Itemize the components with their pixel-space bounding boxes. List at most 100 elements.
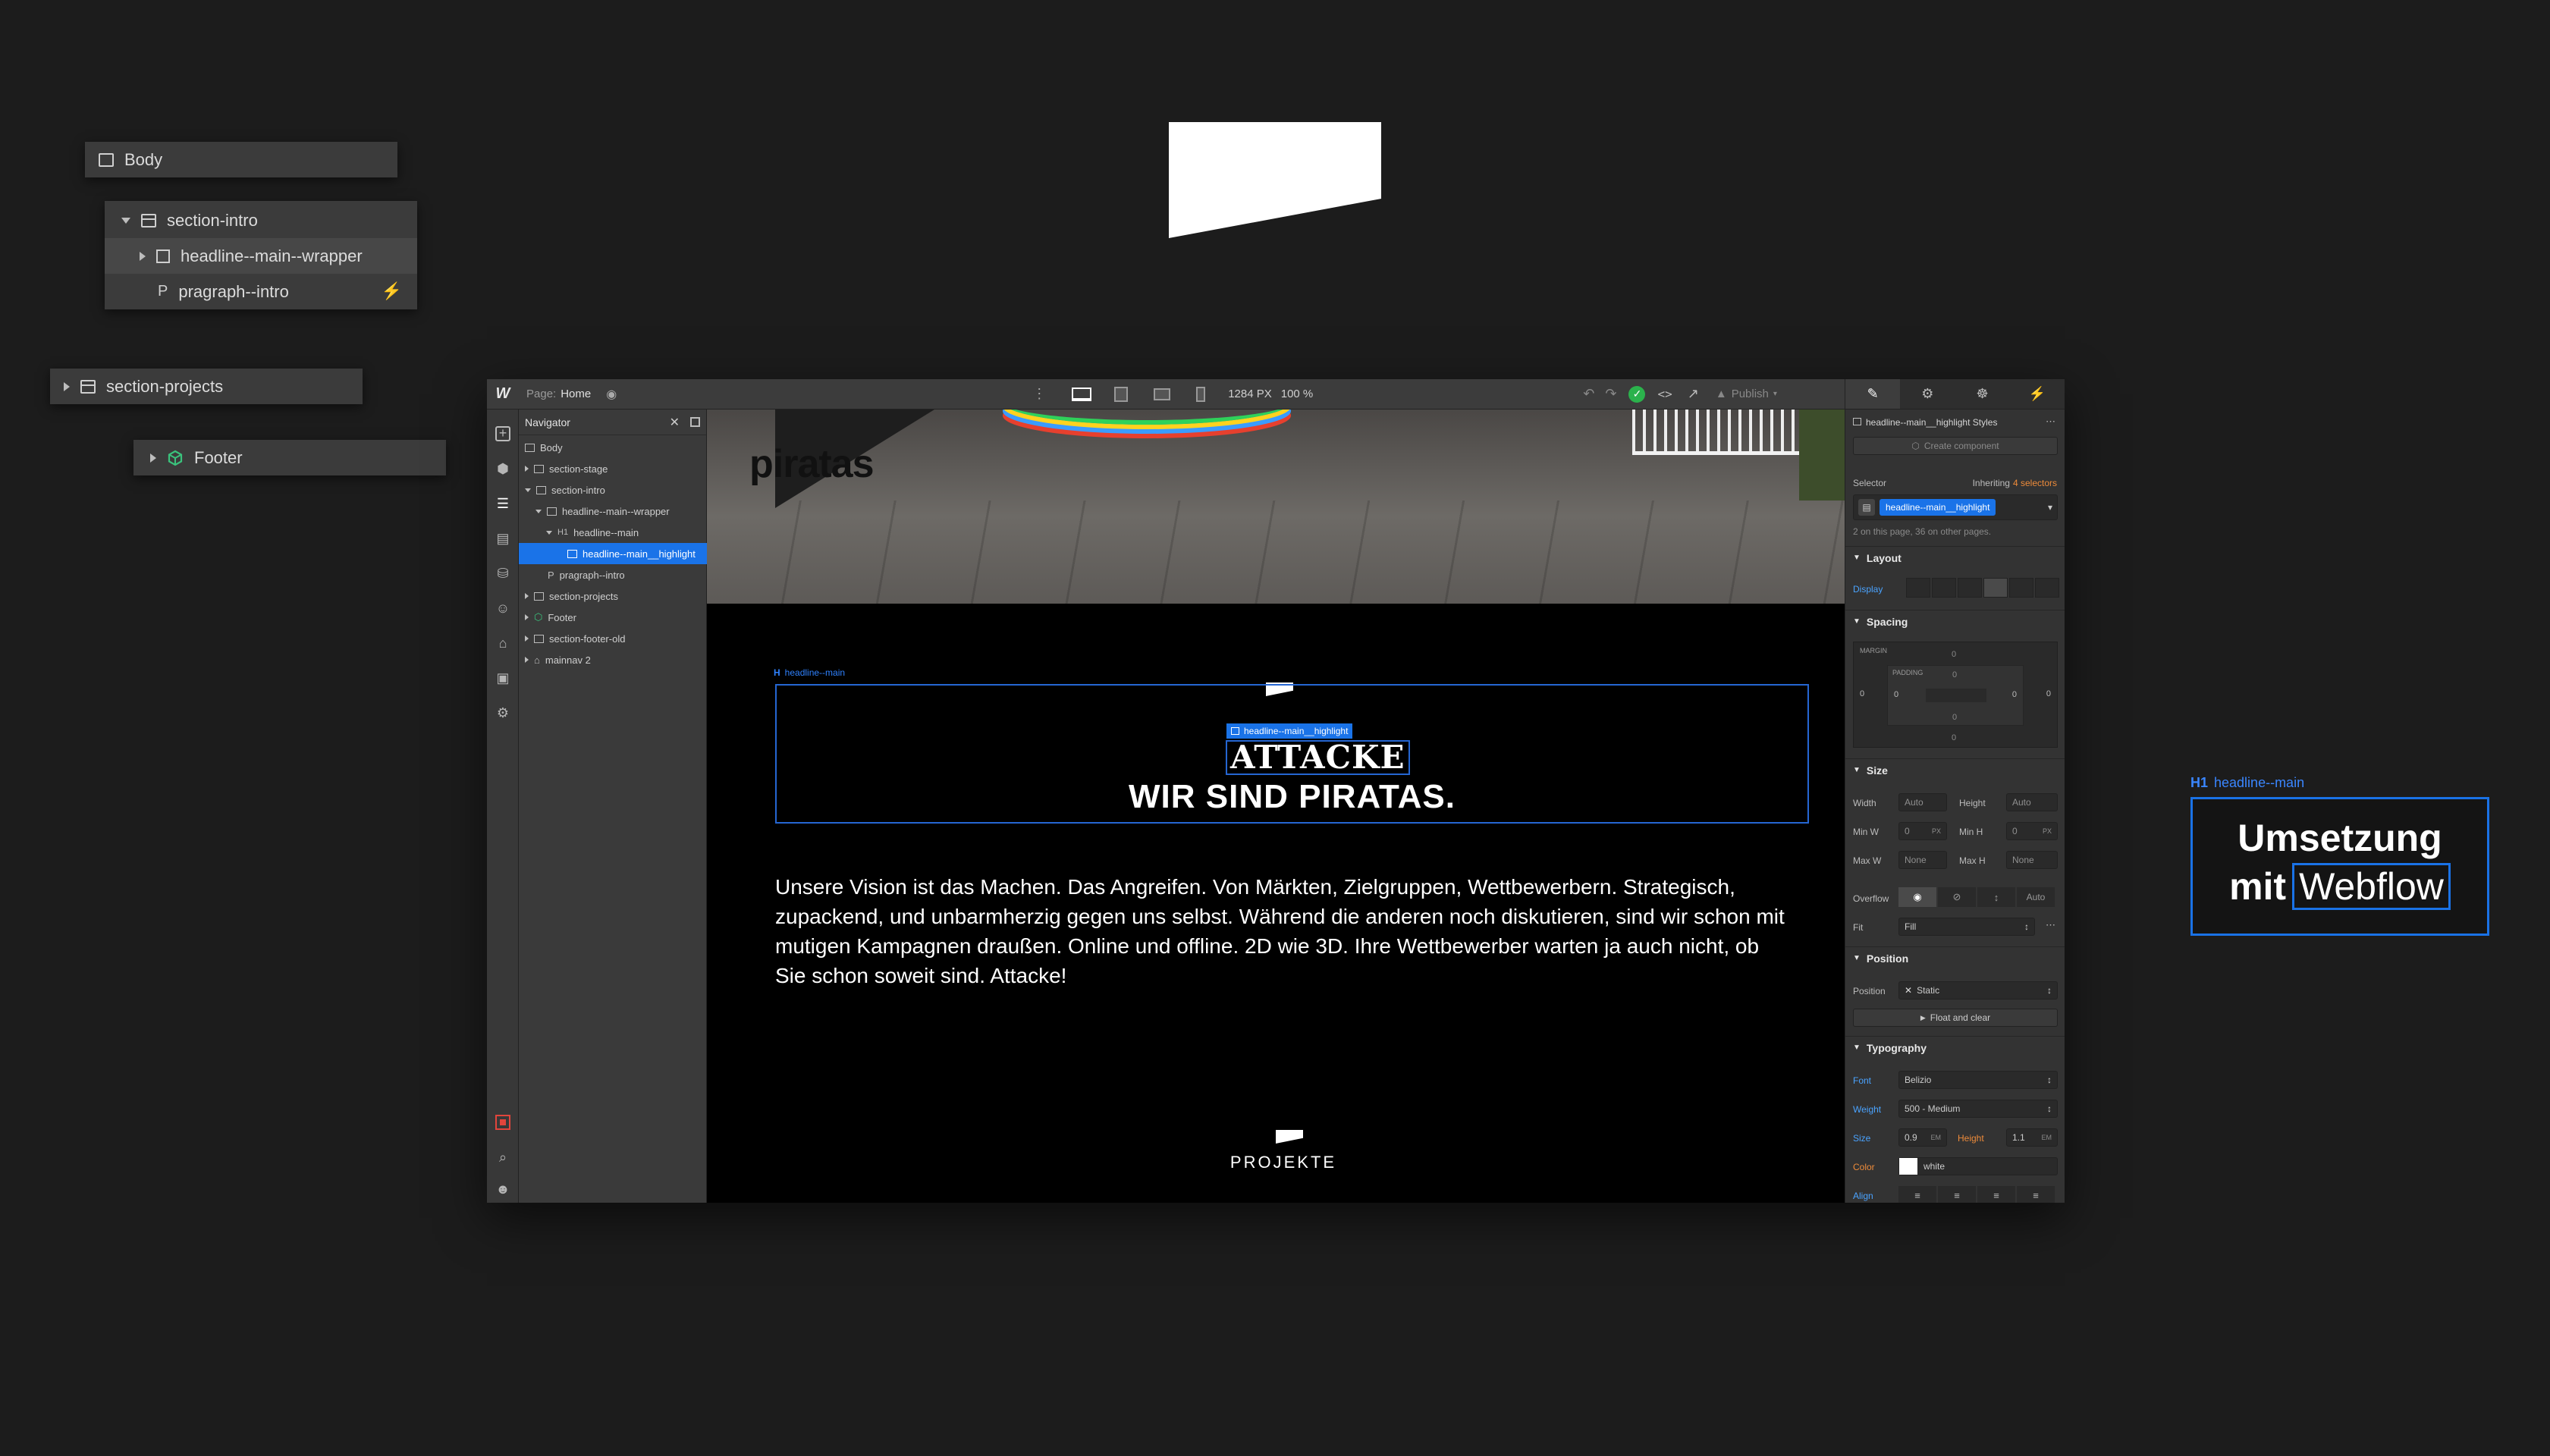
padding-box[interactable]: PADDING 0 0 0 0 xyxy=(1887,665,2024,726)
padding-left-value[interactable]: 0 xyxy=(1894,690,1898,699)
collaborators-icon[interactable]: ☻ xyxy=(495,1181,510,1197)
floating-footer[interactable]: Footer xyxy=(133,440,446,475)
collapse-caret-icon[interactable] xyxy=(140,251,146,261)
position-section[interactable]: ▼ Position xyxy=(1845,946,2065,969)
publish-button[interactable]: ▲ Publish ▾ xyxy=(1716,388,1777,400)
floating-section-intro[interactable]: section-intro xyxy=(105,202,417,238)
margin-top-value[interactable]: 0 xyxy=(1952,650,1956,659)
interactions-icon[interactable]: ⚡ xyxy=(2010,379,2065,409)
padding-bottom-value[interactable]: 0 xyxy=(1952,713,1957,722)
nav-item-section-projects[interactable]: section-projects xyxy=(525,585,618,607)
undo-icon[interactable]: ↶ xyxy=(1583,386,1594,402)
floating-wrapper[interactable]: headline--main--wrapper xyxy=(105,238,417,274)
nav-item-headline-main[interactable]: H1 headline--main xyxy=(546,522,639,543)
assets-icon[interactable]: ▣ xyxy=(495,670,510,686)
style-brush-icon[interactable]: ✎ xyxy=(1845,379,1901,409)
settings-icon[interactable]: ⚙ xyxy=(495,705,510,720)
overflow-visible-icon[interactable]: ◉ xyxy=(1898,887,1936,907)
overflow-auto-button[interactable]: Auto xyxy=(2017,887,2055,907)
more-dots-icon[interactable]: ⋯ xyxy=(2046,416,2055,428)
nav-item-section-stage[interactable]: section-stage xyxy=(525,458,608,479)
collapse-caret-icon[interactable] xyxy=(525,657,529,663)
collapse-caret-icon[interactable] xyxy=(525,466,529,472)
export-icon[interactable]: ↗ xyxy=(1688,386,1699,402)
layout-section[interactable]: ▼ Layout xyxy=(1845,546,2065,569)
height-field[interactable]: Auto xyxy=(2006,793,2058,811)
font-size-field[interactable]: 0.9 EM xyxy=(1898,1128,1947,1147)
users-icon[interactable]: ☺ xyxy=(495,601,510,616)
close-icon[interactable]: ✕ xyxy=(670,415,680,430)
floating-section-projects[interactable]: section-projects xyxy=(50,369,363,404)
collapse-caret-icon[interactable] xyxy=(64,381,70,391)
dock-icon[interactable] xyxy=(690,417,700,427)
collapse-caret-icon[interactable] xyxy=(525,614,529,620)
floating-paragraph[interactable]: P pragraph--intro ⚡ xyxy=(105,274,417,309)
selector-field[interactable]: ▤ headline--main__highlight ▾ xyxy=(1853,494,2058,520)
expand-caret-icon[interactable] xyxy=(525,488,531,492)
display-none-icon[interactable] xyxy=(2035,578,2059,598)
padding-top-value[interactable]: 0 xyxy=(1952,670,1957,679)
display-inline-block-icon[interactable] xyxy=(1983,578,2008,598)
align-right-icon[interactable]: ≡ xyxy=(1977,1186,2015,1203)
nav-item-paragraph-intro[interactable]: Ppragraph--intro xyxy=(548,564,625,585)
spacing-box[interactable]: MARGIN 0 0 0 0 PADDING 0 0 0 0 xyxy=(1853,642,2058,748)
nav-item-headline-highlight[interactable]: headline--main__highlight xyxy=(519,543,707,564)
width-field[interactable]: Auto xyxy=(1898,793,1947,811)
code-icon[interactable]: <> xyxy=(1657,387,1672,401)
breakpoint-tablet-icon[interactable] xyxy=(1114,386,1129,402)
display-inline-icon[interactable] xyxy=(2009,578,2033,598)
padding-right-value[interactable]: 0 xyxy=(2012,690,2017,699)
expand-caret-icon[interactable] xyxy=(546,530,552,535)
align-left-icon[interactable]: ≡ xyxy=(1898,1186,1936,1203)
collapse-caret-icon[interactable] xyxy=(525,635,529,642)
nav-item-footer[interactable]: ⬡ Footer xyxy=(525,607,576,628)
intro-paragraph[interactable]: Unsere Vision ist das Machen. Das Angrei… xyxy=(775,872,1792,990)
more-dots-icon[interactable]: ⋮ xyxy=(1032,386,1046,402)
webflow-logo-icon[interactable]: W xyxy=(487,379,519,410)
weight-select[interactable]: 500 - Medium ↕ xyxy=(1898,1100,2058,1118)
margin-bottom-value[interactable]: 0 xyxy=(1952,733,1956,742)
design-canvas[interactable]: piratas H headline--main headline--main_… xyxy=(707,410,1845,1203)
search-icon[interactable]: ⌕ xyxy=(495,1150,510,1165)
nav-item-headline-wrapper[interactable]: headline--main--wrapper xyxy=(535,500,670,522)
element-settings-icon[interactable]: ⚙ xyxy=(1900,379,1955,409)
display-grid-icon[interactable] xyxy=(1958,578,1982,598)
font-select[interactable]: Belizio ↕ xyxy=(1898,1071,2058,1089)
overflow-hidden-icon[interactable]: ⊘ xyxy=(1938,887,1976,907)
pages-icon[interactable]: ▤ xyxy=(495,531,510,546)
fit-select[interactable]: Fill ↕ xyxy=(1898,918,2035,936)
margin-right-value[interactable]: 0 xyxy=(2046,689,2051,698)
spacing-section[interactable]: ▼ Spacing xyxy=(1845,610,2065,632)
preview-eye-icon[interactable]: ◉ xyxy=(606,387,617,402)
selector-chip[interactable]: headline--main__highlight xyxy=(1880,499,1996,516)
headline-highlight[interactable]: ATTACKE xyxy=(1226,740,1410,775)
floating-body-chip[interactable]: Body xyxy=(85,142,397,177)
inheriting-label[interactable]: Inheriting 4 selectors xyxy=(1973,478,2057,488)
more-dots-icon[interactable]: ⋯ xyxy=(2046,919,2055,931)
min-h-field[interactable]: 0 PX xyxy=(2006,822,2058,840)
margin-left-value[interactable]: 0 xyxy=(1860,689,1864,698)
breakpoint-landscape-icon[interactable] xyxy=(1154,388,1171,400)
collapse-caret-icon[interactable] xyxy=(525,593,529,599)
position-select[interactable]: ✕ Static ↕ xyxy=(1898,981,2058,999)
typography-section[interactable]: ▼ Typography xyxy=(1845,1036,2065,1059)
nav-item-section-intro[interactable]: section-intro xyxy=(525,479,605,500)
align-justify-icon[interactable]: ≡ xyxy=(2017,1186,2055,1203)
display-block-icon[interactable] xyxy=(1906,578,1930,598)
nav-item-section-footer-old[interactable]: section-footer-old xyxy=(525,628,625,649)
expand-caret-icon[interactable] xyxy=(535,509,542,513)
navigator-icon[interactable]: ☰ xyxy=(495,496,510,511)
chevron-down-icon[interactable]: ▾ xyxy=(2048,502,2052,513)
breakpoint-mobile-icon[interactable] xyxy=(1196,386,1206,402)
collapse-caret-icon[interactable] xyxy=(150,453,156,463)
align-center-icon[interactable]: ≡ xyxy=(1938,1186,1976,1203)
page-selector[interactable]: Page: Home xyxy=(519,388,591,400)
color-swatch[interactable] xyxy=(1899,1158,1917,1175)
status-check-icon[interactable]: ✓ xyxy=(1628,385,1646,403)
stop-record-icon[interactable] xyxy=(495,1115,510,1130)
float-clear-toggle[interactable]: ▶ Float and clear xyxy=(1853,1009,2058,1027)
nav-item-body[interactable]: Body xyxy=(525,437,563,458)
projects-label[interactable]: PROJEKTE xyxy=(1170,1153,1397,1172)
size-section[interactable]: ▼ Size xyxy=(1845,758,2065,781)
expand-caret-icon[interactable] xyxy=(121,217,130,224)
